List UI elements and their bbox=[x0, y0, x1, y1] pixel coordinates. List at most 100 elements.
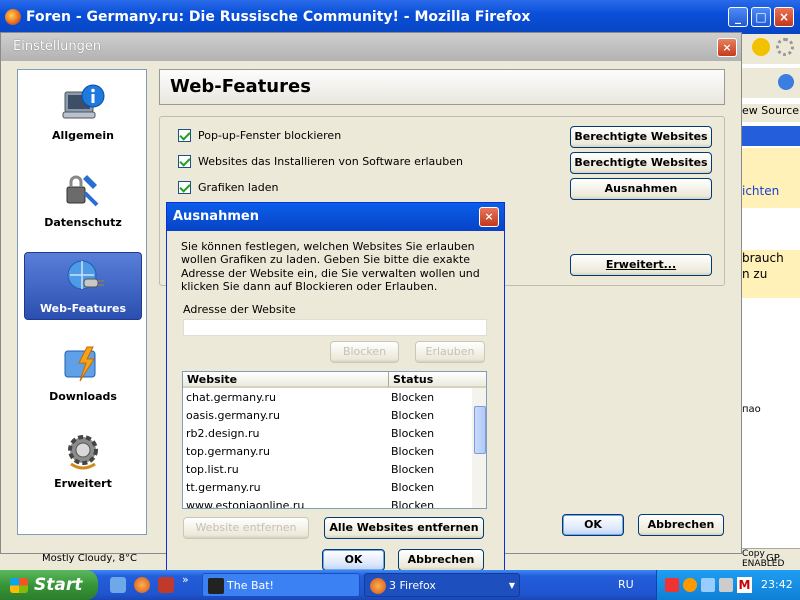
quicklaunch-desktop-icon[interactable] bbox=[110, 577, 126, 593]
taskbar-item-thebat[interactable]: The Bat! bbox=[202, 573, 360, 597]
tray-icon-2[interactable] bbox=[683, 578, 697, 592]
row-status: Blocken bbox=[391, 499, 435, 509]
install-allow-checkbox[interactable] bbox=[178, 155, 191, 168]
table-row[interactable]: chat.germany.ru Blocken bbox=[183, 389, 471, 407]
category-label: Allgemein bbox=[52, 129, 114, 142]
exceptions-cancel-button[interactable]: Abbrechen bbox=[398, 549, 484, 571]
category-panel: Allgemein Datenschutz Web-Features Downl… bbox=[17, 69, 147, 535]
row-status: Blocken bbox=[391, 427, 435, 440]
row-status: Blocken bbox=[391, 391, 435, 404]
remove-all-button[interactable]: Alle Websites entfernen bbox=[324, 517, 484, 539]
table-row[interactable]: rb2.design.ru Blocken bbox=[183, 425, 471, 443]
quicklaunch-expand-icon[interactable]: » bbox=[182, 573, 189, 586]
tray-icon-4[interactable] bbox=[719, 578, 733, 592]
maximize-button[interactable]: □ bbox=[751, 7, 771, 27]
link-fragment[interactable]: ichten bbox=[742, 184, 800, 198]
address-input[interactable] bbox=[183, 319, 487, 336]
go-icon[interactable] bbox=[778, 74, 794, 90]
table-row[interactable]: www.estoniaonline.ru Blocken bbox=[183, 497, 471, 509]
column-header-website[interactable]: Website bbox=[183, 372, 389, 388]
tray-icon-1[interactable] bbox=[665, 578, 679, 592]
text-line-2: n zu bbox=[742, 267, 768, 281]
feature-label: Websites das Installieren von Software e… bbox=[198, 155, 463, 168]
taskbar-item-label: 3 Firefox bbox=[389, 579, 436, 592]
row-site: chat.germany.ru bbox=[186, 391, 277, 404]
row-status: Blocken bbox=[391, 463, 435, 476]
column-header-status[interactable]: Status bbox=[389, 372, 486, 388]
category-allgemein[interactable]: Allgemein bbox=[24, 78, 142, 146]
group-arrow-icon: ▼ bbox=[508, 581, 515, 590]
allow-button[interactable]: Erlauben bbox=[415, 341, 485, 363]
row-site: tt.germany.ru bbox=[186, 481, 261, 494]
nav-fragment bbox=[742, 68, 800, 98]
allowed-sites-button-popup[interactable]: Berechtigte Websites bbox=[570, 126, 712, 148]
gear-icon bbox=[68, 435, 98, 470]
feature-label: Grafiken laden bbox=[198, 181, 279, 194]
table-row[interactable]: tt.germany.ru Blocken bbox=[183, 479, 471, 497]
text-fragment: brauch n zu bbox=[742, 250, 800, 298]
privacy-icon bbox=[66, 175, 99, 207]
row-status: Blocken bbox=[391, 481, 435, 494]
close-button[interactable]: × bbox=[774, 7, 794, 27]
category-web-features[interactable]: Web-Features bbox=[24, 252, 142, 320]
start-label: Start bbox=[34, 575, 83, 595]
exceptions-titlebar[interactable]: Ausnahmen bbox=[167, 203, 504, 231]
category-datenschutz[interactable]: Datenschutz bbox=[24, 165, 142, 233]
row-site: rb2.design.ru bbox=[186, 427, 260, 440]
text-fragment-3: пао bbox=[742, 404, 761, 415]
exceptions-close-button[interactable]: × bbox=[479, 207, 499, 227]
row-status: Blocken bbox=[391, 409, 435, 422]
firefox-titlebar[interactable]: Foren - Germany.ru: Die Russische Commun… bbox=[0, 0, 800, 34]
address-label: Adresse der Website bbox=[183, 303, 296, 316]
row-site: oasis.germany.ru bbox=[186, 409, 280, 422]
settings-cancel-button[interactable]: Abbrechen bbox=[638, 514, 724, 536]
minimize-button[interactable]: _ bbox=[728, 7, 748, 27]
tab-fragment[interactable] bbox=[742, 126, 800, 146]
category-label: Web-Features bbox=[39, 302, 127, 315]
advanced-button[interactable]: Erweitert... bbox=[570, 254, 712, 276]
row-site: top.list.ru bbox=[186, 463, 239, 476]
source-link[interactable]: ew Source bbox=[742, 104, 800, 122]
category-label: Erweitert bbox=[54, 477, 112, 490]
category-downloads[interactable]: Downloads bbox=[24, 339, 142, 407]
row-site: top.germany.ru bbox=[186, 445, 270, 458]
language-indicator[interactable]: RU bbox=[618, 578, 634, 591]
thebat-icon bbox=[208, 578, 224, 594]
settings-titlebar[interactable]: Einstellungen bbox=[1, 33, 741, 61]
firefox-task-icon bbox=[370, 578, 386, 594]
settings-close-button[interactable]: × bbox=[717, 38, 737, 57]
popup-block-checkbox[interactable] bbox=[178, 129, 191, 142]
toolbar-icon[interactable] bbox=[752, 38, 770, 56]
feature-label: Pop-up-Fenster blockieren bbox=[198, 129, 342, 142]
settings-ok-button[interactable]: OK bbox=[562, 514, 624, 536]
load-images-checkbox[interactable] bbox=[178, 181, 191, 194]
scrollbar-thumb[interactable] bbox=[474, 406, 486, 454]
sites-list: Website Status chat.germany.ru Blocken oa… bbox=[182, 371, 487, 509]
exceptions-ok-button[interactable]: OK bbox=[322, 549, 385, 571]
panel-header: Web-Features bbox=[159, 69, 725, 105]
exceptions-description: Sie können festlegen, welchen Websites S… bbox=[181, 240, 480, 293]
category-erweitert[interactable]: Erweitert bbox=[24, 426, 142, 494]
table-row[interactable]: top.germany.ru Blocken bbox=[183, 443, 471, 461]
weather-status: Mostly Cloudy, 8°C bbox=[42, 553, 137, 564]
tray-icon-3[interactable] bbox=[701, 578, 715, 592]
firefox-icon bbox=[5, 9, 21, 25]
table-row[interactable]: top.list.ru Blocken bbox=[183, 461, 471, 479]
allowed-sites-button-install[interactable]: Berechtigte Websites bbox=[570, 152, 712, 174]
row-site: www.estoniaonline.ru bbox=[186, 499, 305, 509]
quicklaunch-firefox-icon[interactable] bbox=[134, 577, 150, 593]
mail-icon[interactable]: M bbox=[737, 577, 752, 593]
row-status: Blocken bbox=[391, 445, 435, 458]
block-button[interactable]: Blocken bbox=[330, 341, 399, 363]
start-button[interactable]: Start bbox=[0, 570, 98, 600]
bookmark-fragment bbox=[742, 148, 800, 208]
category-label: Downloads bbox=[49, 390, 117, 403]
table-row[interactable]: oasis.germany.ru Blocken bbox=[183, 407, 471, 425]
quicklaunch-app-icon[interactable] bbox=[158, 577, 174, 593]
taskbar-item-firefox[interactable]: 3 Firefox ▼ bbox=[364, 573, 520, 597]
taskbar-item-label: The Bat! bbox=[227, 579, 274, 592]
exceptions-button[interactable]: Ausnahmen bbox=[570, 178, 712, 200]
browser-content-strip: ew Source ichten brauch n zu пао bbox=[742, 34, 800, 570]
remove-site-button[interactable]: Website entfernen bbox=[183, 517, 309, 539]
downloads-icon bbox=[64, 346, 96, 382]
